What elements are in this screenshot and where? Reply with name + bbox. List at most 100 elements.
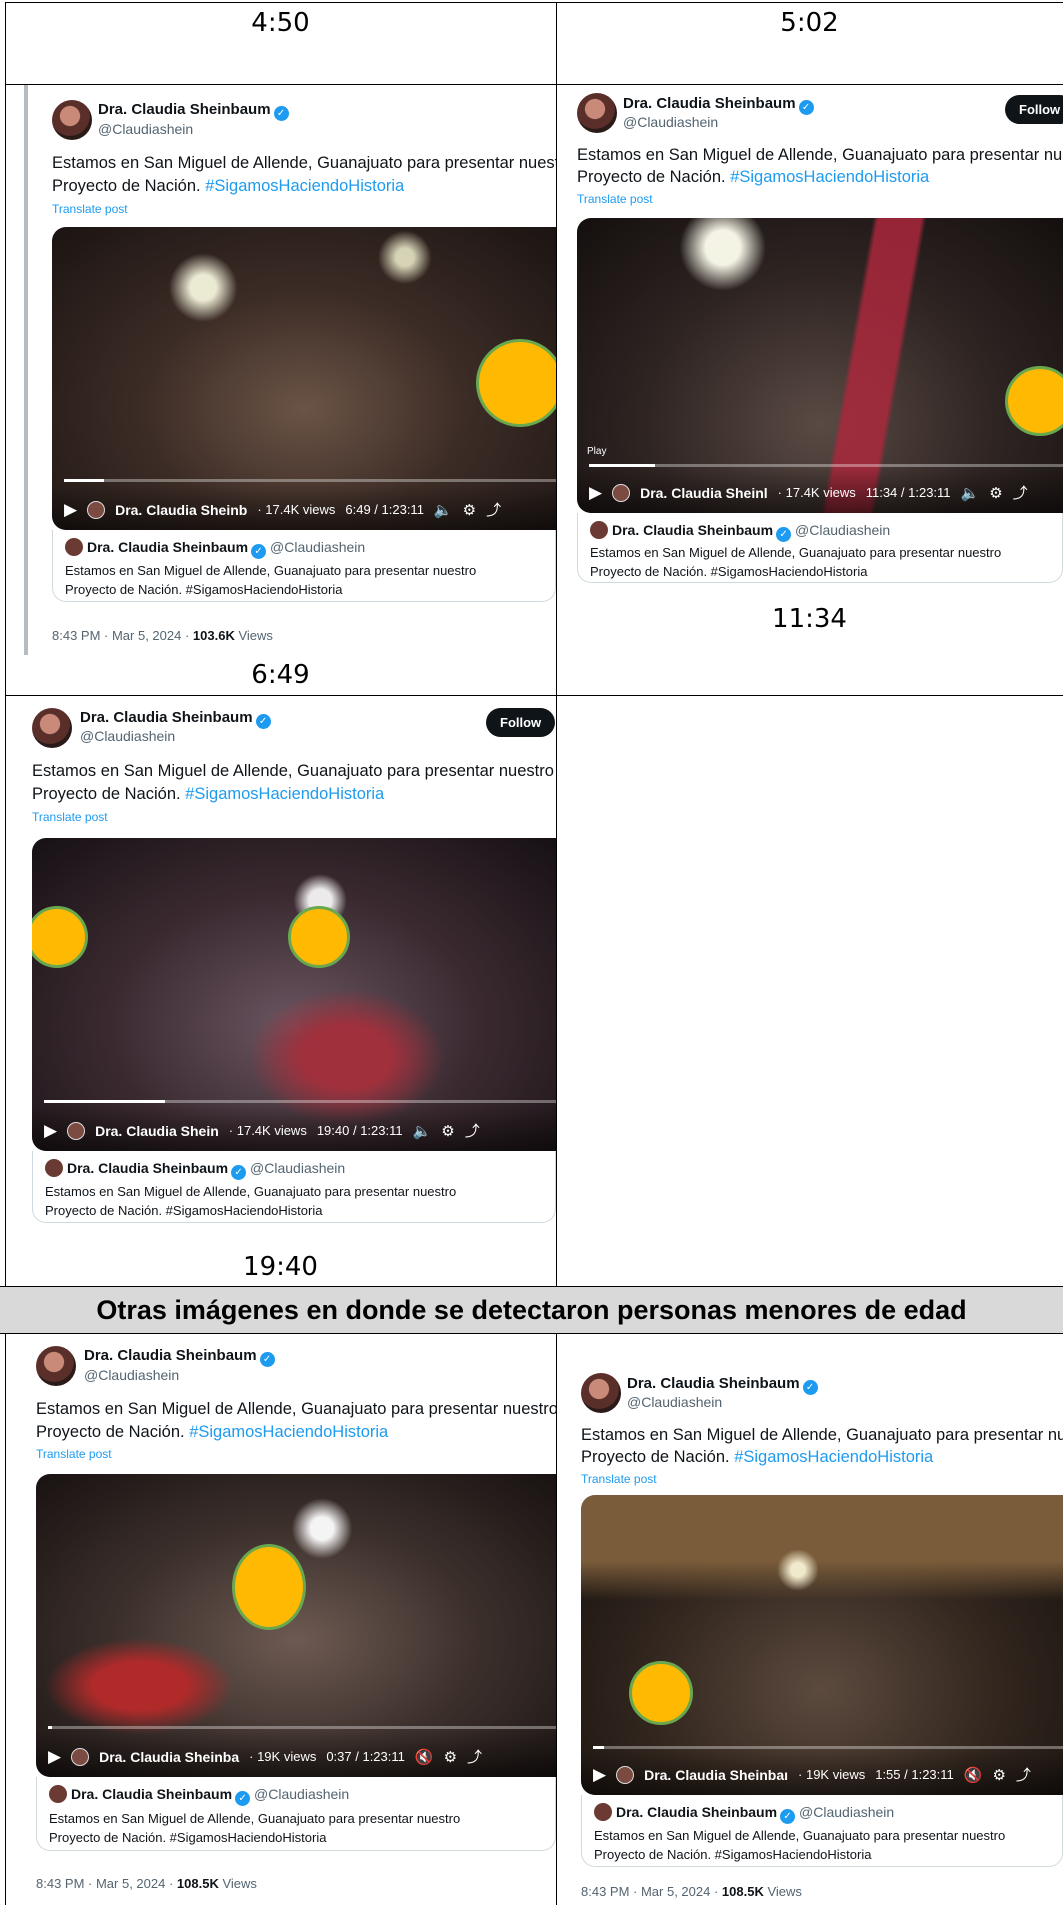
post-card-4: Dra. Claudia Sheinbaum ✓ @Claudiashein Es… [6,1335,556,1905]
quoted-post[interactable]: Dra. Claudia Sheinbaum ✓ @Claudiashein Est… [32,1151,556,1223]
verified-badge-icon: ✓ [255,714,271,729]
post-text-line-2: Proyecto de Nación. #SigamosHaciendoHist… [52,177,405,195]
video-author-name: Dra. Claudia Sheinbaı [644,1766,789,1783]
quote-text-line-1: Estamos en San Miguel de Allende, Guanaj… [49,1811,461,1826]
avatar[interactable] [581,1373,621,1413]
author-handle[interactable]: @Claudiashein [627,1394,722,1410]
author-handle[interactable]: @Claudiashein [80,728,175,744]
follow-button[interactable]: Follow [1005,95,1063,124]
hashtag-link[interactable]: #SigamosHaciendoHistoria [730,168,929,186]
quoted-post[interactable]: Dra. Claudia Sheinbaum ✓ @Claudiashein Est… [581,1795,1063,1867]
video-author-name: Dra. Claudia Shein [95,1122,219,1139]
progress-fill [64,479,105,482]
video-author-name: Dra. Claudia Sheinba [99,1748,240,1765]
timestamp-post-2: 11:34 [772,604,847,634]
quoted-post[interactable]: Dra. Claudia Sheinbaum ✓ @Claudiashein Est… [52,530,556,602]
share-icon[interactable]: ⤴ [1016,1764,1031,1785]
hashtag-link[interactable]: #SigamosHaciendoHistoria [189,1423,388,1441]
volume-icon[interactable]: 🔈 [961,484,980,502]
video-controls: ▶ Dra. Claudia Sheinba · 19K views 0:37 … [48,1746,482,1767]
video-player[interactable]: Play ▶ Dra. Claudia Sheinl · 17.4K views… [577,218,1063,513]
settings-icon[interactable]: ⚙ [463,501,476,519]
progress-bar[interactable] [593,1746,1063,1749]
settings-icon[interactable]: ⚙ [441,1122,454,1140]
timestamp-post-3: 19:40 [243,1252,318,1282]
video-avatar [616,1765,635,1784]
post-text-line-1: Estamos en San Miguel de Allende, Guanaj… [52,154,556,172]
quoted-post[interactable]: Dra. Claudia Sheinbaum ✓ @Claudiashein Est… [36,1777,556,1851]
play-icon[interactable]: ▶ [48,1747,61,1767]
verified-badge-icon: ✓ [231,1165,247,1180]
play-icon[interactable]: ▶ [593,1765,606,1785]
post-text-line-2: Proyecto de Nación. #SigamosHaciendoHist… [32,785,385,803]
avatar[interactable] [36,1346,76,1386]
author-handle[interactable]: @Claudiashein [84,1367,179,1383]
progress-bar[interactable] [589,464,1063,467]
video-views: · 19K views [249,1749,317,1764]
post-text-line-1: Estamos en San Miguel de Allende, Guanaj… [32,762,554,780]
author-name[interactable]: Dra. Claudia Sheinbaum ✓ [84,1347,275,1367]
translate-post-link[interactable]: Translate post [52,202,128,216]
progress-bar[interactable] [44,1100,556,1103]
avatar[interactable] [52,100,92,140]
post-text-line-2: Proyecto de Nación. #SigamosHaciendoHist… [577,168,930,186]
video-views: · 17.4K views [777,485,856,500]
post-meta: 8:43 PM · Mar 5, 2024 · 108.5K Views [36,1876,257,1891]
settings-icon[interactable]: ⚙ [444,1748,457,1766]
timestamp-header-left: 4:50 [251,8,310,38]
video-time: 19:40 / 1:23:11 [316,1123,403,1138]
post-meta: 8:43 PM · Mar 5, 2024 · 103.6K Views [52,628,273,643]
face-blur [32,906,88,968]
progress-fill [589,464,655,467]
hashtag-link[interactable]: #SigamosHaciendoHistoria [734,1448,933,1466]
video-views: · 17.4K views [257,502,336,517]
avatar[interactable] [32,708,72,748]
share-icon[interactable]: ⤴ [486,499,501,520]
author-handle[interactable]: @Claudiashein [623,114,718,130]
translate-post-link[interactable]: Translate post [581,1472,657,1486]
settings-icon[interactable]: ⚙ [992,1766,1005,1784]
hashtag-link[interactable]: #SigamosHaciendoHistoria [205,177,404,195]
volume-icon[interactable]: 🔇 [964,1766,983,1784]
video-time: 6:49 / 1:23:11 [345,502,424,517]
quote-header: Dra. Claudia Sheinbaum ✓ @Claudiashein [590,521,890,542]
video-time: 11:34 / 1:23:11 [865,485,951,500]
settings-icon[interactable]: ⚙ [989,484,1002,502]
video-player[interactable]: ▶ Dra. Claudia Sheinbaı · 19K views 1:55… [581,1495,1063,1795]
quote-avatar [590,521,608,539]
progress-bar[interactable] [64,479,556,482]
video-player[interactable]: ▶ Dra. Claudia Sheinb · 17.4K views 6:49… [52,227,556,530]
author-name[interactable]: Dra. Claudia Sheinbaum ✓ [623,95,814,115]
translate-post-link[interactable]: Translate post [36,1447,112,1461]
volume-icon[interactable]: 🔇 [415,1748,434,1766]
volume-icon[interactable]: 🔈 [434,501,453,519]
quote-text-line-1: Estamos en San Miguel de Allende, Guanaj… [590,545,1002,560]
author-name[interactable]: Dra. Claudia Sheinbaum ✓ [80,709,271,729]
quoted-post[interactable]: Dra. Claudia Sheinbaum ✓ @Claudiashein Est… [577,513,1063,583]
video-views: · 17.4K views [228,1123,307,1138]
share-icon[interactable]: ⤴ [467,1746,482,1767]
translate-post-link[interactable]: Translate post [577,192,653,206]
author-name[interactable]: Dra. Claudia Sheinbaum ✓ [627,1375,818,1395]
verified-badge-icon: ✓ [780,1809,796,1824]
volume-icon[interactable]: 🔈 [413,1122,432,1140]
post-meta: 8:43 PM · Mar 5, 2024 · 108.5K Views [581,1884,802,1899]
play-icon[interactable]: ▶ [44,1121,57,1141]
play-icon[interactable]: ▶ [64,500,77,520]
share-icon[interactable]: ⤴ [465,1120,480,1141]
video-player[interactable]: ▶ Dra. Claudia Shein · 17.4K views 19:40… [32,838,556,1151]
follow-button[interactable]: Follow [486,708,556,737]
hashtag-link[interactable]: #SigamosHaciendoHistoria [185,785,384,803]
translate-post-link[interactable]: Translate post [32,810,108,824]
post-text-line-2: Proyecto de Nación. #SigamosHaciendoHist… [581,1448,934,1466]
share-icon[interactable]: ⤴ [1013,482,1028,503]
progress-bar[interactable] [48,1726,556,1729]
video-player[interactable]: ▶ Dra. Claudia Sheinba · 19K views 0:37 … [36,1474,556,1777]
quote-text-line-2: Proyecto de Nación. #SigamosHaciendoHist… [45,1203,323,1218]
face-blur [476,339,556,427]
avatar[interactable] [577,93,617,133]
author-name[interactable]: Dra. Claudia Sheinbaum ✓ [98,101,289,121]
face-blur [1005,366,1063,436]
author-handle[interactable]: @Claudiashein [98,121,193,137]
play-icon[interactable]: ▶ [589,483,602,503]
